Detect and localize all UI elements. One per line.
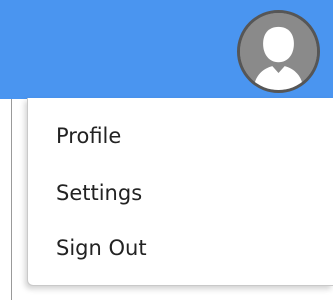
left-divider	[11, 96, 12, 300]
user-dropdown-menu: Profile Settings Sign Out	[27, 98, 333, 286]
user-avatar-icon	[240, 13, 317, 90]
user-avatar-button[interactable]	[237, 10, 320, 93]
menu-item-profile[interactable]: Profile	[56, 123, 121, 149]
menu-item-sign-out[interactable]: Sign Out	[56, 235, 147, 261]
page: Profile Settings Sign Out	[0, 0, 333, 300]
menu-item-settings[interactable]: Settings	[56, 180, 142, 206]
top-bar	[0, 0, 333, 99]
